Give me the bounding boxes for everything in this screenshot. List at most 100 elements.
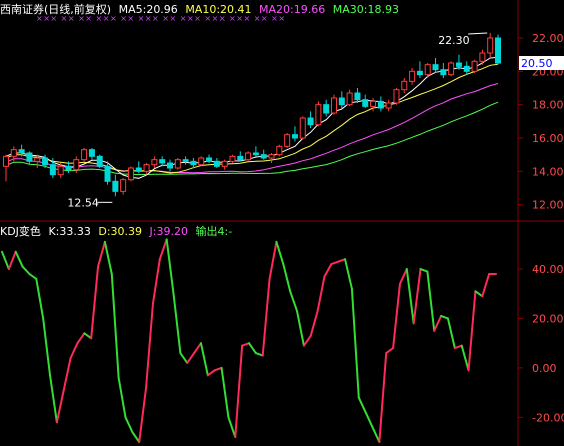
kdj-segment <box>282 263 292 293</box>
candle-body <box>479 52 486 62</box>
candle-body <box>260 154 267 159</box>
kdj-segment <box>35 277 45 320</box>
candle-body <box>331 97 337 114</box>
kdj-segment <box>392 282 401 350</box>
ma20-label: MA20:19.66 <box>259 3 326 16</box>
candle-body <box>120 179 127 192</box>
candle-body <box>284 134 291 147</box>
kdj-segment <box>69 342 79 359</box>
kdj-segment <box>323 263 333 278</box>
candle-body <box>213 160 220 167</box>
candle-body <box>65 165 72 171</box>
kdj-segment <box>138 386 148 443</box>
candle-body <box>10 149 17 157</box>
kdj-segment <box>179 352 189 364</box>
candle-body <box>206 157 213 162</box>
candle-body <box>495 37 501 64</box>
candle-body <box>143 164 150 172</box>
kdj-tick-label: 40.00 <box>532 263 564 276</box>
high-price-label: 22.30 <box>438 34 470 47</box>
candle-body <box>73 159 80 171</box>
candle-body <box>362 99 369 107</box>
price-chart: 22.0020.0018.0016.0014.0012.0020.50××× ×… <box>0 0 564 446</box>
kdj-segment <box>97 240 106 268</box>
kdj-segment <box>254 352 264 357</box>
candle-body <box>276 145 283 156</box>
kdj-segment <box>309 310 319 337</box>
candle-body <box>57 165 64 176</box>
kdj-segment <box>330 260 340 266</box>
candle-body <box>455 62 462 67</box>
kdj-segment <box>76 332 86 345</box>
kdj-segment <box>14 250 24 268</box>
price-tick-label: 22.00 <box>532 32 564 45</box>
kdj-segment <box>145 302 154 389</box>
kdj-segment <box>117 376 127 419</box>
kdj-segment <box>350 287 360 399</box>
candle-body <box>416 70 423 76</box>
kdj-segment <box>268 240 278 280</box>
ma30-label: MA30:18.93 <box>332 3 399 16</box>
kdj-segment <box>412 268 422 325</box>
candle-body <box>268 154 275 159</box>
candle-body <box>370 100 377 107</box>
kdj-segment <box>440 315 449 320</box>
candle-body <box>174 159 181 169</box>
kdj-segment <box>398 268 408 285</box>
kdj-d-value: D:30.39 <box>98 225 143 238</box>
price-legend: 西南证券(日线,前复权) MA5:20.96 MA10:20.41 MA20:1… <box>0 3 403 17</box>
candle-body <box>167 162 173 169</box>
candle-body <box>463 65 470 72</box>
kdj-segment <box>158 238 168 261</box>
candle-body <box>299 117 306 139</box>
candle-body <box>385 102 392 109</box>
candle-body <box>151 159 158 166</box>
candle-body <box>432 64 439 71</box>
candle-body <box>237 155 244 161</box>
kdj-segment <box>433 315 443 332</box>
kdj-segment <box>357 396 367 414</box>
kdj-segment <box>316 275 326 313</box>
candle-body <box>377 100 384 109</box>
candle-body <box>81 149 88 161</box>
kdj-segment <box>481 273 491 298</box>
candle-body <box>229 155 236 162</box>
candle-body <box>401 80 408 91</box>
kdj-segment <box>90 265 100 340</box>
kdj-k-value: K:33.33 <box>48 225 91 238</box>
kdj-legend: KDJ变色 K:33.33 D:30.39 J:39.20 输出4:- <box>0 225 236 239</box>
kdj-segment <box>261 277 271 357</box>
kdj-segment <box>213 366 223 372</box>
candle-body <box>346 92 353 106</box>
kdj-segment <box>28 273 38 280</box>
kdj-title: KDJ变色 <box>0 225 41 238</box>
candle-body <box>440 69 447 76</box>
kdj-segment <box>206 369 216 377</box>
ma5-line <box>5 56 499 179</box>
candle-body <box>315 104 322 126</box>
kdj-segment <box>220 366 230 419</box>
kdj-segment <box>241 342 250 347</box>
kdj-segment <box>42 317 52 377</box>
candle-body <box>26 152 33 162</box>
candle-body <box>42 157 49 166</box>
candle-body <box>471 60 478 72</box>
candle-body <box>487 37 494 54</box>
kdj-segment <box>227 416 237 439</box>
kdj-segment <box>371 426 381 443</box>
candle-body <box>245 152 252 161</box>
candle-body <box>96 155 103 167</box>
kdj-segment <box>460 344 470 372</box>
ma5-label: MA5:20.96 <box>118 3 178 16</box>
high-price-arrow <box>468 32 488 35</box>
candle-body <box>409 70 416 82</box>
candle-body <box>198 157 205 166</box>
kdj-segment <box>474 290 484 298</box>
kdj-segment <box>344 258 353 290</box>
kdj-segment <box>165 238 175 295</box>
kdj-segment <box>302 334 312 347</box>
candle-body <box>34 157 41 162</box>
kdj-segment <box>426 270 436 332</box>
kdj-segment <box>234 344 244 439</box>
candle-body <box>291 134 298 139</box>
